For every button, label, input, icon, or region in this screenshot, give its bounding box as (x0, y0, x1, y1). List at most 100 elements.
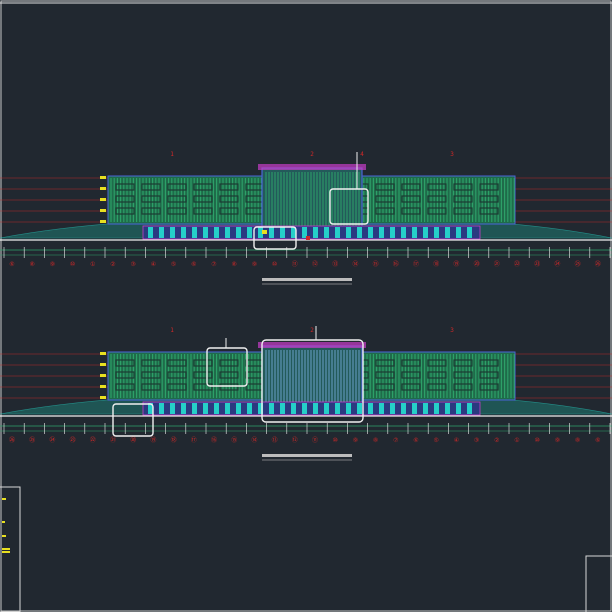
ground-pier (181, 403, 186, 414)
ground-pier (357, 403, 362, 414)
axis-label: ⑧ (373, 437, 378, 444)
ground-pier (236, 227, 241, 238)
axis-label: ㉖ (595, 260, 601, 268)
ground-pier (324, 227, 329, 238)
ground-pier (280, 403, 285, 414)
ground-pier (401, 227, 406, 238)
axis-label: ⑤ (434, 437, 439, 444)
ground-pier (247, 227, 252, 238)
ground-pier (346, 227, 351, 238)
axis-label: ⑯ (211, 436, 217, 444)
cad-drawing-canvas: ⑥ ⑧ ⑨ ⑩ ① ② ③ ④ ⑤ ⑥ ⑦ ⑧ ⑨ ⑩ ⑪ ⑫ ⑬ ⑭ ⑮ ⑯ ⑰ ⑱ ⑲ ⑳ ㉑㉒㉓㉔㉕㉖1 2 34 ㉖㉕㉔㉓㉒… (0, 0, 612, 612)
ground-pier (445, 403, 450, 414)
axis-label: ⑨ (555, 437, 560, 444)
grid-mark: 2 (310, 327, 314, 334)
axis-label: ⑯ (393, 260, 399, 268)
level-marker (100, 363, 106, 366)
ground-pier (280, 227, 285, 238)
ground-pier (412, 227, 417, 238)
marker (306, 236, 310, 240)
axis-label: ⑪ (312, 436, 318, 444)
level-marker (100, 198, 106, 201)
level-marker (100, 374, 106, 377)
ground-pier (291, 403, 296, 414)
axis-label: ⑮ (231, 436, 237, 444)
ground-pier (335, 227, 340, 238)
axis-label: ④ (151, 261, 156, 268)
axis-label: ⑩ (333, 437, 338, 444)
axis-label: ⑫ (292, 436, 298, 444)
axis-label: ⑱ (433, 260, 439, 268)
ground-pier (357, 227, 362, 238)
ground-pier (401, 403, 406, 414)
ground-pier (269, 403, 274, 414)
axis-label: ㉖ (9, 436, 15, 444)
ground-pier (203, 227, 208, 238)
axis-label: ⑨ (353, 437, 358, 444)
ground-pier (368, 227, 373, 238)
scale-bar (262, 278, 352, 281)
axis-label: ⑦ (393, 437, 398, 444)
axis-label: ⑦ (211, 261, 216, 268)
legend-swatch-yellow (2, 535, 6, 537)
axis-label: ⑳ (474, 260, 480, 268)
axis-label: ② (110, 261, 115, 268)
ground-pier (181, 227, 186, 238)
legend-swatch-yellow (2, 521, 5, 523)
ground-pier (214, 403, 219, 414)
ground-pier (225, 403, 230, 414)
ground-pier (236, 403, 241, 414)
axis-label: ⑲ (453, 260, 459, 268)
ground-pier (269, 227, 274, 238)
axis-label: ④ (454, 437, 459, 444)
ground-pier (445, 227, 450, 238)
ground-pier (390, 227, 395, 238)
ground-pier (379, 403, 384, 414)
axis-label: ① (514, 437, 519, 444)
scale-bar (262, 454, 352, 457)
axis-label: ㉕ (29, 436, 35, 444)
axis-label: ⑭ (352, 260, 358, 268)
grid-mark: 3 (450, 151, 454, 158)
ground-pier (335, 403, 340, 414)
ground-pier (247, 403, 252, 414)
axis-label: ⑬ (272, 436, 278, 444)
ground-pier (159, 227, 164, 238)
ground-pier (456, 227, 461, 238)
marker (262, 230, 267, 234)
ground-pier (148, 227, 153, 238)
axis-label: ⑧ (232, 261, 237, 268)
ground-pier (225, 227, 230, 238)
legend-swatch-yellow (2, 551, 10, 553)
grid-mark: 2 (310, 151, 314, 158)
axis-label: ③ (131, 261, 136, 268)
axis-label: ⑨ (252, 261, 257, 268)
axis-label: ⑥ (413, 437, 418, 444)
axis-label: ⑥ (595, 437, 600, 444)
axis-label: ⑬ (332, 260, 338, 268)
drawing-frame (0, 0, 612, 612)
axis-label: ㉒ (90, 436, 96, 444)
axis-label: ⑨ (50, 261, 55, 268)
ground-pier (368, 403, 373, 414)
central-parapet (258, 342, 366, 348)
axis-label: ⑤ (171, 261, 176, 268)
ground-pier (170, 227, 175, 238)
ground-pier (423, 403, 428, 414)
axis-label: ⑥ (9, 261, 14, 268)
grid-mark: 1 (170, 151, 174, 158)
ground-pier (203, 403, 208, 414)
central-parapet (258, 164, 366, 170)
axis-label: ㉓ (534, 260, 540, 268)
ground-pier (313, 227, 318, 238)
axis-label: ㉕ (575, 260, 581, 268)
axis-label: ⑪ (292, 260, 298, 268)
axis-label: ② (494, 437, 499, 444)
legend-box (0, 486, 21, 612)
ground-pier (390, 403, 395, 414)
axis-label: ⑩ (272, 261, 277, 268)
axis-label: ⑳ (130, 436, 136, 444)
ground-pier (313, 403, 318, 414)
ground-pier (214, 227, 219, 238)
axis-label: ③ (474, 437, 479, 444)
